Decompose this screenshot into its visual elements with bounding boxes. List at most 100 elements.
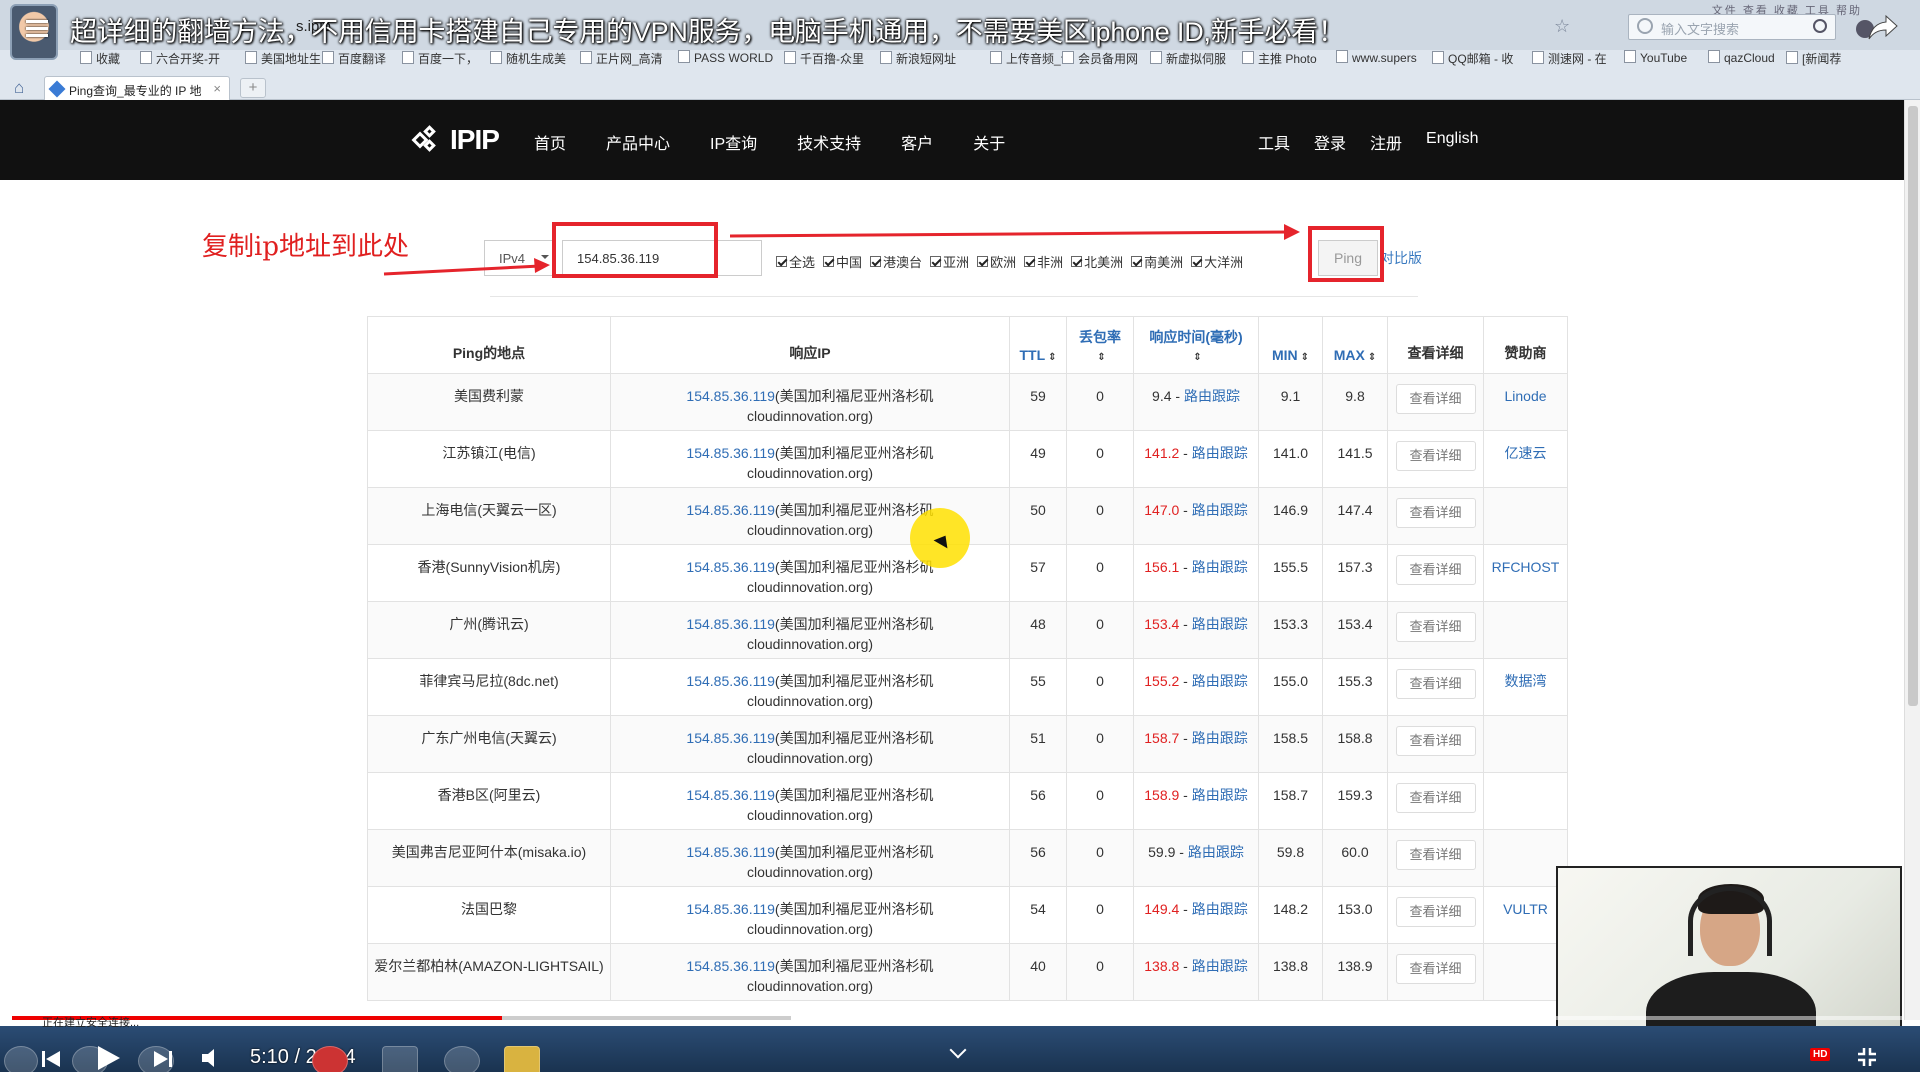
previous-icon[interactable] xyxy=(40,1048,62,1070)
home-icon[interactable]: ⌂ xyxy=(14,78,24,98)
view-detail-button[interactable]: 查看详细 xyxy=(1395,840,1476,870)
bookmark-item[interactable]: 百度翻译 xyxy=(322,50,386,67)
view-detail-button[interactable]: 查看详细 xyxy=(1395,612,1476,642)
bookmark-item[interactable]: QQ邮箱 - 收 xyxy=(1432,50,1513,67)
route-trace-link[interactable]: 路由跟踪 xyxy=(1192,502,1248,518)
bookmark-item[interactable]: 美国地址生 xyxy=(245,50,321,67)
region-checkbox[interactable]: 南美洲 xyxy=(1131,252,1183,271)
view-detail-button[interactable]: 查看详细 xyxy=(1395,384,1476,414)
bookmark-item[interactable]: 千百撸-众里 xyxy=(784,50,864,67)
ip-link[interactable]: 154.85.36.119 xyxy=(686,844,775,860)
ip-link[interactable]: 154.85.36.119 xyxy=(686,901,775,917)
bookmark-item[interactable]: qazCloud xyxy=(1708,50,1775,65)
app-icon-6[interactable] xyxy=(504,1046,540,1072)
region-checkbox[interactable]: 中国 xyxy=(823,252,862,271)
bookmark-item[interactable]: www.supers xyxy=(1336,50,1417,65)
nav-home[interactable]: 首页 xyxy=(534,130,566,154)
region-checkbox[interactable]: 非洲 xyxy=(1024,252,1063,271)
col-ttl[interactable]: TTL ⇕ xyxy=(1009,316,1067,374)
bookmark-item[interactable]: 随机生成美 xyxy=(490,50,566,67)
nav-english[interactable]: English xyxy=(1426,130,1478,154)
ip-link[interactable]: 154.85.36.119 xyxy=(686,730,775,746)
volume-icon[interactable] xyxy=(200,1046,224,1070)
route-trace-link[interactable]: 路由跟踪 xyxy=(1192,787,1248,803)
region-checkbox[interactable]: 港澳台 xyxy=(870,252,922,271)
ip-link[interactable]: 154.85.36.119 xyxy=(686,559,775,575)
region-checkbox[interactable]: 欧洲 xyxy=(977,252,1016,271)
ip-link[interactable]: 154.85.36.119 xyxy=(686,445,775,461)
col-min[interactable]: MIN ⇕ xyxy=(1258,316,1323,374)
browser-search-input[interactable]: 输入文字搜索 xyxy=(1628,14,1836,40)
ip-link[interactable]: 154.85.36.119 xyxy=(686,787,775,803)
start-orb-icon[interactable] xyxy=(4,1046,38,1072)
region-checkbox[interactable]: 大洋洲 xyxy=(1191,252,1243,271)
col-loss[interactable]: 丢包率 ⇕ xyxy=(1066,316,1134,374)
ip-link[interactable]: 154.85.36.119 xyxy=(686,502,775,518)
app-icon-5[interactable] xyxy=(444,1046,480,1072)
nav-customers[interactable]: 客户 xyxy=(901,130,933,154)
route-trace-link[interactable]: 路由跟踪 xyxy=(1192,901,1248,917)
bookmark-item[interactable]: YouTube xyxy=(1624,50,1687,65)
ip-link[interactable]: 154.85.36.119 xyxy=(686,673,775,689)
sponsor-link[interactable]: Linode xyxy=(1504,388,1546,404)
region-checkbox[interactable]: 亚洲 xyxy=(930,252,969,271)
sponsor-link[interactable]: VULTR xyxy=(1503,901,1548,917)
search-icon[interactable] xyxy=(1813,19,1827,33)
view-detail-button[interactable]: 查看详细 xyxy=(1395,954,1476,984)
bookmark-item[interactable]: [新闻荐 xyxy=(1786,50,1841,67)
bookmark-item[interactable]: 新浪短网址 xyxy=(880,50,956,67)
region-checkbox[interactable]: 北美洲 xyxy=(1071,252,1123,271)
play-icon[interactable] xyxy=(94,1044,122,1072)
view-detail-button[interactable]: 查看详细 xyxy=(1395,783,1476,813)
view-detail-button[interactable]: 查看详细 xyxy=(1395,726,1476,756)
bookmark-item[interactable]: 百度一下， xyxy=(402,50,478,67)
scrollbar-thumb[interactable] xyxy=(1908,106,1918,706)
route-trace-link[interactable]: 路由跟踪 xyxy=(1192,730,1248,746)
sponsor-link[interactable]: RFCHOST xyxy=(1492,559,1560,575)
new-tab-button[interactable]: + xyxy=(240,78,266,98)
route-trace-link[interactable]: 路由跟踪 xyxy=(1192,616,1248,632)
bookmark-item[interactable]: PASS WORLD xyxy=(678,50,773,65)
route-trace-link[interactable]: 路由跟踪 xyxy=(1184,388,1240,404)
video-title[interactable]: 超详细的翻墙方法，不用信用卡搭建自己专用的VPN服务，电脑手机通用，不需要美区i… xyxy=(70,10,1345,49)
view-detail-button[interactable]: 查看详细 xyxy=(1395,498,1476,528)
nav-products[interactable]: 产品中心 xyxy=(606,130,670,154)
site-logo[interactable]: IPIP xyxy=(411,122,500,158)
nav-login[interactable]: 登录 xyxy=(1314,130,1346,154)
nav-tech-support[interactable]: 技术支持 xyxy=(797,130,861,154)
sponsor-link[interactable]: 亿速云 xyxy=(1505,445,1547,461)
tab-ping[interactable]: Ping查询_最专业的 IP 地 × xyxy=(44,76,230,100)
nav-register[interactable]: 注册 xyxy=(1370,130,1402,154)
bookmark-item[interactable]: 六合开奖-开 xyxy=(140,50,220,67)
bookmark-item[interactable]: 主推 Photo xyxy=(1242,50,1317,67)
bookmark-item[interactable]: 上传音频_讯 xyxy=(990,50,1073,67)
bookmark-item[interactable]: 收藏 xyxy=(80,50,120,67)
col-response-time[interactable]: 响应时间(毫秒) ⇕ xyxy=(1133,316,1259,374)
app-icon-3[interactable] xyxy=(312,1046,348,1072)
chevron-down-icon[interactable] xyxy=(949,1041,967,1059)
ip-link[interactable]: 154.85.36.119 xyxy=(686,388,775,404)
app-icon-4[interactable] xyxy=(382,1046,418,1072)
nav-tools[interactable]: 工具 xyxy=(1258,130,1290,154)
share-icon[interactable] xyxy=(1868,14,1898,40)
nav-ip-query[interactable]: IP查询 xyxy=(710,130,757,154)
favorite-star-icon[interactable]: ☆ xyxy=(1554,16,1570,37)
sponsor-link[interactable]: 数据湾 xyxy=(1505,673,1547,689)
ip-link[interactable]: 154.85.36.119 xyxy=(686,616,775,632)
route-trace-link[interactable]: 路由跟踪 xyxy=(1192,559,1248,575)
tab-close-icon[interactable]: × xyxy=(213,81,221,96)
route-trace-link[interactable]: 路由跟踪 xyxy=(1192,958,1248,974)
col-max[interactable]: MAX ⇕ xyxy=(1322,316,1388,374)
ip-link[interactable]: 154.85.36.119 xyxy=(686,958,775,974)
route-trace-link[interactable]: 路由跟踪 xyxy=(1192,445,1248,461)
fullscreen-icon[interactable] xyxy=(1856,1046,1878,1068)
route-trace-link[interactable]: 路由跟踪 xyxy=(1188,844,1244,860)
region-checkbox[interactable]: 全选 xyxy=(776,252,815,271)
ip-version-select[interactable]: IPv4 xyxy=(484,240,556,276)
hamburger-icon[interactable] xyxy=(26,20,48,38)
page-scrollbar[interactable] xyxy=(1904,100,1920,1020)
bookmark-item[interactable]: 会员备用网 xyxy=(1062,50,1138,67)
bookmark-item[interactable]: 新虚拟伺服 xyxy=(1150,50,1226,67)
bookmark-item[interactable]: 正片网_高清 xyxy=(580,50,663,67)
next-icon[interactable] xyxy=(152,1048,174,1070)
